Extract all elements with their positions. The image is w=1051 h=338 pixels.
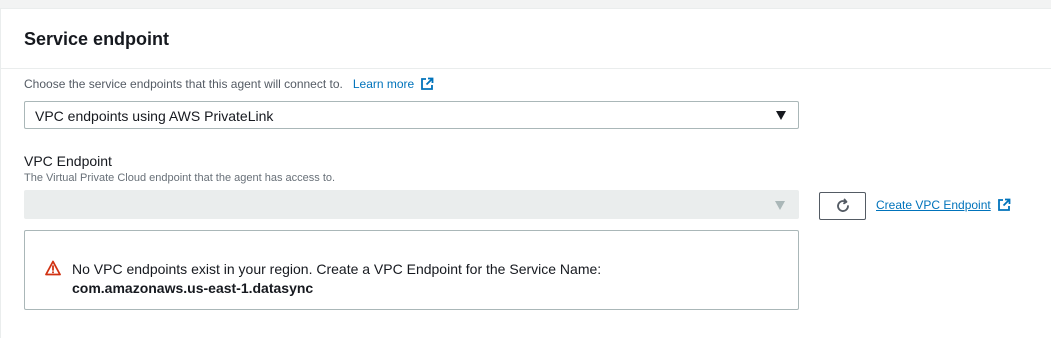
vpc-endpoint-description: The Virtual Private Cloud endpoint that … xyxy=(24,172,336,184)
warning-icon xyxy=(45,260,61,276)
refresh-icon xyxy=(836,198,849,212)
endpoint-type-description: Choose the service endpoints that this a… xyxy=(24,77,434,91)
learn-more-label[interactable]: Learn more xyxy=(353,77,414,91)
external-link-icon xyxy=(421,77,434,90)
panel-header: Service endpoint xyxy=(1,9,1051,69)
alert-service-name: com.amazonaws.us-east-1.datasync xyxy=(72,280,314,296)
warning-alert: No VPC endpoints exist in your region. C… xyxy=(24,230,799,310)
endpoint-type-selected-value: VPC endpoints using AWS PrivateLink xyxy=(35,108,274,124)
endpoint-type-description-text: Choose the service endpoints that this a… xyxy=(24,77,343,91)
external-link-icon xyxy=(997,198,1011,211)
caret-down-icon xyxy=(776,111,786,120)
alert-message: No VPC endpoints exist in your region. C… xyxy=(72,261,602,277)
create-vpc-endpoint-link[interactable]: Create VPC Endpoint xyxy=(876,198,1011,212)
vpc-endpoint-select[interactable] xyxy=(24,190,799,219)
endpoint-type-select[interactable]: VPC endpoints using AWS PrivateLink xyxy=(24,101,799,129)
learn-more-link[interactable]: Learn more xyxy=(353,77,434,91)
vpc-endpoint-label: VPC Endpoint xyxy=(24,153,112,169)
refresh-button[interactable] xyxy=(819,192,866,220)
panel-title: Service endpoint xyxy=(24,29,170,49)
create-vpc-endpoint-label[interactable]: Create VPC Endpoint xyxy=(876,198,991,212)
caret-down-icon xyxy=(775,201,785,210)
